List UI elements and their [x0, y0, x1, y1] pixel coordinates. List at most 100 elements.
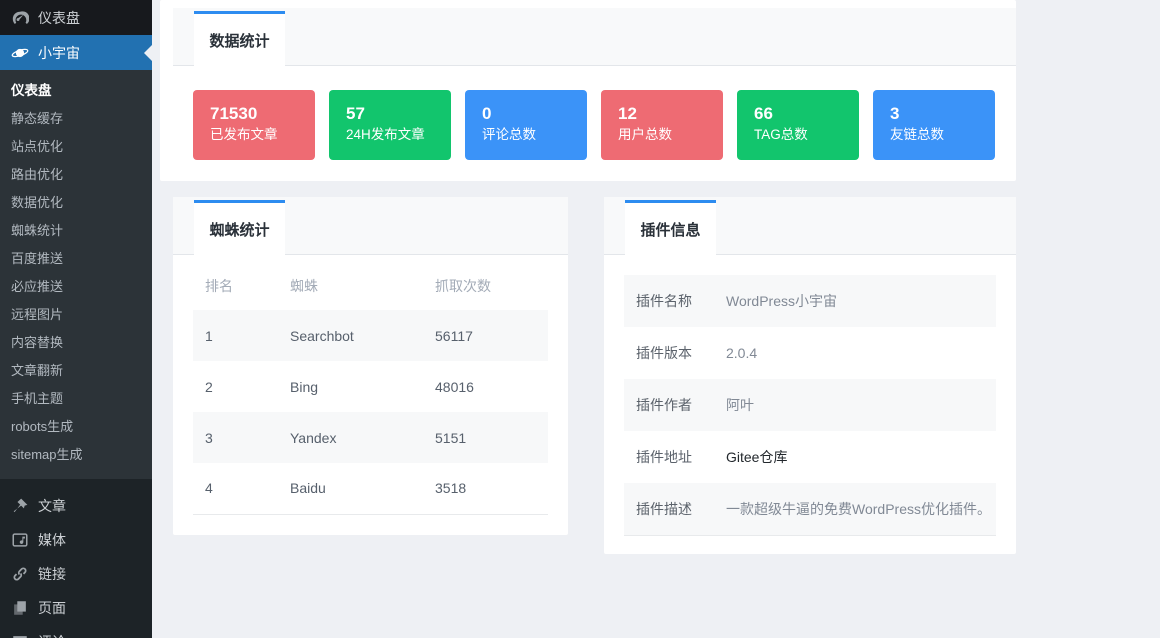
tab-data-statistics[interactable]: 数据统计 [194, 11, 285, 66]
cell-rank: 1 [193, 310, 278, 361]
table-row: 3 Yandex 5151 [193, 412, 548, 463]
submenu-item-spider-stats[interactable]: 蜘蛛统计 [0, 217, 152, 245]
sidebar-item-plugin-root[interactable]: 小宇宙 [0, 35, 152, 70]
cell-count: 48016 [423, 361, 548, 412]
col-crawl-count: 抓取次数 [423, 275, 548, 310]
submenu-item-article-refresh[interactable]: 文章翻新 [0, 357, 152, 385]
spider-statistics-panel: 蜘蛛统计 排名 蜘蛛 抓取次数 1 Searchbot 56117 2 Bing… [173, 197, 568, 535]
plugin-info-tabbar: 插件信息 [604, 197, 1016, 255]
sidebar-item-label: 页面 [38, 598, 66, 618]
sidebar-item-pages[interactable]: 页面 [0, 591, 152, 625]
stat-card-friendlinks-total: 3 友链总数 [873, 90, 995, 160]
cell-spider: Bing [278, 361, 423, 412]
plugin-description-label: 插件描述 [624, 483, 714, 535]
sidebar-item-label: 仪表盘 [38, 8, 80, 28]
spider-table: 排名 蜘蛛 抓取次数 1 Searchbot 56117 2 Bing 4801… [193, 275, 548, 515]
sidebar-item-comments[interactable]: 评论 [0, 625, 152, 638]
sidebar-item-label: 评论 [38, 632, 66, 638]
sidebar-item-label: 媒体 [38, 530, 66, 550]
stat-label: 24H发布文章 [346, 125, 451, 145]
stat-label: 用户总数 [618, 125, 723, 145]
tab-spider-statistics[interactable]: 蜘蛛统计 [194, 200, 285, 255]
table-row: 插件名称 WordPress小宇宙 [624, 275, 996, 327]
plugin-version-label: 插件版本 [624, 327, 714, 379]
submenu-item-baidu-push[interactable]: 百度推送 [0, 245, 152, 273]
stat-label: 评论总数 [482, 125, 587, 145]
stat-value: 66 [754, 103, 859, 125]
stat-value: 3 [890, 103, 995, 125]
submenu-item-bing-push[interactable]: 必应推送 [0, 273, 152, 301]
admin-sidebar: 仪表盘 小宇宙 仪表盘 静态缓存 站点优化 路由优化 数据优化 蜘蛛统计 百度推… [0, 0, 152, 638]
stat-value: 12 [618, 103, 723, 125]
stat-card-24h-posts: 57 24H发布文章 [329, 90, 451, 160]
chain-link-icon [10, 565, 29, 584]
plugin-url-label: 插件地址 [624, 431, 714, 483]
submenu-item-sitemap-generate[interactable]: sitemap生成 [0, 441, 152, 469]
submenu-item-remote-images[interactable]: 远程图片 [0, 301, 152, 329]
tab-plugin-info[interactable]: 插件信息 [625, 200, 716, 255]
sidebar-item-links[interactable]: 链接 [0, 557, 152, 591]
col-rank: 排名 [193, 275, 278, 310]
stat-value: 71530 [210, 103, 315, 125]
table-row: 插件版本 2.0.4 [624, 327, 996, 379]
pushpin-icon [10, 497, 29, 516]
stat-value: 57 [346, 103, 451, 125]
comment-bubble-icon [10, 633, 29, 638]
plugin-info-table: 插件名称 WordPress小宇宙 插件版本 2.0.4 插件作者 阿叶 插件地… [624, 275, 996, 536]
plugin-author-label: 插件作者 [624, 379, 714, 431]
data-statistics-tabbar: 数据统计 [173, 8, 1016, 66]
data-statistics-panel: 数据统计 71530 已发布文章 57 24H发布文章 0 评论总数 12 用户… [160, 0, 1016, 181]
table-row: 2 Bing 48016 [193, 361, 548, 412]
cell-spider: Yandex [278, 412, 423, 463]
table-row: 1 Searchbot 56117 [193, 310, 548, 361]
dashboard-gauge-icon [10, 8, 29, 27]
table-row: 插件地址 Gitee仓库 [624, 431, 996, 483]
sidebar-item-dashboard[interactable]: 仪表盘 [0, 0, 152, 35]
core-menu: 文章 媒体 链接 页面 评论 [0, 489, 152, 638]
cell-spider: Searchbot [278, 310, 423, 361]
cell-spider: Baidu [278, 463, 423, 514]
cell-count: 56117 [423, 310, 548, 361]
submenu-item-dashboard[interactable]: 仪表盘 [0, 77, 152, 105]
cell-rank: 2 [193, 361, 278, 412]
submenu-item-static-cache[interactable]: 静态缓存 [0, 105, 152, 133]
plugin-info-panel: 插件信息 插件名称 WordPress小宇宙 插件版本 2.0.4 插件作者 阿… [604, 197, 1016, 554]
plugin-name-label: 插件名称 [624, 275, 714, 327]
submenu-item-content-replace[interactable]: 内容替换 [0, 329, 152, 357]
plugin-author-value: 阿叶 [714, 379, 996, 431]
plugin-version-value: 2.0.4 [714, 327, 996, 379]
submenu-item-site-optimize[interactable]: 站点优化 [0, 133, 152, 161]
cell-rank: 4 [193, 463, 278, 514]
pages-icon [10, 599, 29, 618]
stat-label: 友链总数 [890, 125, 995, 145]
sidebar-item-media[interactable]: 媒体 [0, 523, 152, 557]
plugin-submenu: 仪表盘 静态缓存 站点优化 路由优化 数据优化 蜘蛛统计 百度推送 必应推送 远… [0, 70, 152, 479]
plugin-name-value: WordPress小宇宙 [714, 275, 996, 327]
submenu-item-data-optimize[interactable]: 数据优化 [0, 189, 152, 217]
stat-label: 已发布文章 [210, 125, 315, 145]
sidebar-item-label: 链接 [38, 564, 66, 584]
submenu-item-mobile-theme[interactable]: 手机主题 [0, 385, 152, 413]
stat-card-tags-total: 66 TAG总数 [737, 90, 859, 160]
table-row: 4 Baidu 3518 [193, 463, 548, 514]
table-row: 插件作者 阿叶 [624, 379, 996, 431]
col-spider: 蜘蛛 [278, 275, 423, 310]
spider-table-header: 排名 蜘蛛 抓取次数 [193, 275, 548, 310]
cell-count: 5151 [423, 412, 548, 463]
sidebar-item-posts[interactable]: 文章 [0, 489, 152, 523]
sidebar-item-label: 小宇宙 [38, 43, 80, 63]
stat-cards-row: 71530 已发布文章 57 24H发布文章 0 评论总数 12 用户总数 66… [160, 66, 1016, 160]
planet-icon [10, 43, 29, 62]
sidebar-item-label: 文章 [38, 496, 66, 516]
stat-value: 0 [482, 103, 587, 125]
table-row: 插件描述 一款超级牛逼的免费WordPress优化插件。 [624, 483, 996, 535]
stat-label: TAG总数 [754, 125, 859, 145]
stat-card-comments-total: 0 评论总数 [465, 90, 587, 160]
stat-card-published-posts: 71530 已发布文章 [193, 90, 315, 160]
gitee-repo-link[interactable]: Gitee仓库 [726, 449, 787, 465]
spider-statistics-tabbar: 蜘蛛统计 [173, 197, 568, 255]
cell-rank: 3 [193, 412, 278, 463]
submenu-item-route-optimize[interactable]: 路由优化 [0, 161, 152, 189]
media-icon [10, 531, 29, 550]
submenu-item-robots-generate[interactable]: robots生成 [0, 413, 152, 441]
